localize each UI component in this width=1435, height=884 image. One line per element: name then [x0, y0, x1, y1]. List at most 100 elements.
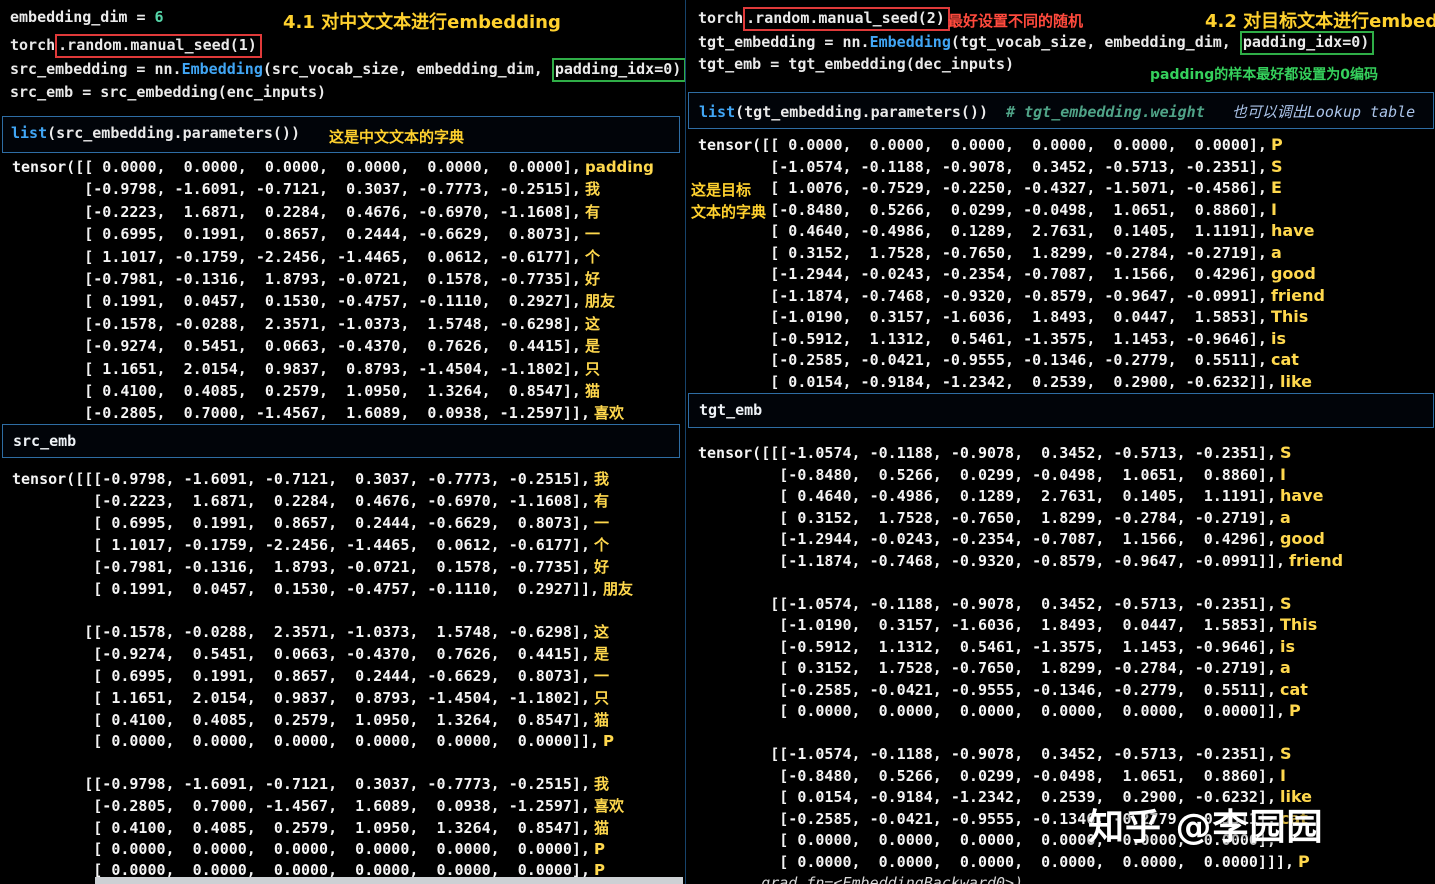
code-line-src-manual-seed: torch .random.manual_seed(1)	[10, 34, 262, 58]
tensor-values: [ 0.1991, 0.0457, 0.1530, -0.4757, -0.11…	[12, 580, 599, 598]
tensor-row: [-0.2805, 0.7000, -1.4567, 1.6089, 0.093…	[12, 795, 633, 817]
tensor-values: [-0.5912, 1.1312, 0.5461, -1.3575, 1.145…	[698, 637, 1276, 656]
tensor-values: tensor([[[-0.9798, -1.6091, -0.7121, 0.3…	[12, 470, 590, 488]
code-line-list-src-parameters: list(src_embedding.parameters())	[11, 124, 300, 142]
tensor-row: [ 1.0076, -0.7529, -0.2250, -0.4327, -1.…	[698, 178, 1325, 200]
tensor-row: [-0.8480, 0.5266, 0.0299, -0.0498, 1.065…	[698, 200, 1325, 222]
row-label: 这	[584, 314, 600, 333]
row-label: P	[1289, 701, 1301, 720]
row-label: padding	[584, 158, 654, 176]
tensor-values: [ 0.4100, 0.4085, 0.2579, 1.0950, 1.3264…	[12, 711, 590, 729]
padding-annotation: padding的样本最好都设置为0编码	[1150, 67, 1379, 83]
tensor-row: [ 1.1651, 2.0154, 0.9837, 0.8793, -1.450…	[12, 687, 633, 709]
code-token: 也可以调出Lookup table	[1231, 103, 1416, 121]
tensor-row: [-0.2223, 1.6871, 0.2284, 0.4676, -0.697…	[12, 201, 654, 223]
tensor-row: [-0.7981, -0.1316, 1.8793, -0.0721, 0.15…	[12, 268, 654, 290]
tensor-values: [ 0.4100, 0.4085, 0.2579, 1.0950, 1.3264…	[12, 819, 590, 837]
src-dict-annotation: 这是中文文本的字典	[329, 128, 465, 146]
tgt-embedding-weight-tensor: tensor([[ 0.0000, 0.0000, 0.0000, 0.0000…	[698, 135, 1325, 393]
row-label: 只	[584, 359, 600, 378]
tensor-values: [ 0.0000, 0.0000, 0.0000, 0.0000, 0.0000…	[12, 840, 590, 858]
row-label: P	[603, 732, 614, 750]
tensor-row: tensor([[[-1.0574, -0.1188, -0.9078, 0.3…	[698, 443, 1343, 465]
row-label: have	[1270, 221, 1315, 240]
code-token: torch	[10, 36, 56, 54]
tensor-values: [-1.1874, -0.7468, -0.9320, -0.8579, -0.…	[698, 286, 1267, 305]
row-label: This	[1270, 307, 1309, 326]
tensor-values: [-0.2223, 1.6871, 0.2284, 0.4676, -0.697…	[12, 202, 581, 221]
src-emb-tensor: tensor([[[-0.9798, -1.6091, -0.7121, 0.3…	[12, 468, 633, 884]
tensor-values: [-0.9274, 0.5451, 0.0663, -0.4370, 0.762…	[12, 645, 590, 663]
tensor-row: [-1.2944, -0.0243, -0.2354, -0.7087, 1.1…	[698, 264, 1325, 286]
tensor-row: [-0.5912, 1.1312, 0.5461, -1.3575, 1.145…	[698, 329, 1325, 351]
code-token: embedding_dim	[10, 8, 137, 26]
tensor-row: [ 0.0000, 0.0000, 0.0000, 0.0000, 0.0000…	[698, 701, 1343, 723]
tgt-emb-header-cell: tgt_emb	[688, 393, 1434, 428]
tensor-row: [-0.2585, -0.0421, -0.9555, -0.1346, -0.…	[698, 350, 1325, 372]
tensor-values: tensor([[[-1.0574, -0.1188, -0.9078, 0.3…	[698, 444, 1276, 462]
tensor-row: [-1.0190, 0.3157, -1.6036, 1.8493, 0.044…	[698, 307, 1325, 329]
code-token: 6	[154, 8, 164, 26]
code-token: src_emb = src_embedding(enc_inputs)	[10, 83, 327, 101]
code-token: (tgt_embedding.parameters())	[735, 103, 988, 121]
tensor-row: [-0.5912, 1.1312, 0.5461, -1.3575, 1.145…	[698, 637, 1343, 659]
code-token: Embedding	[181, 60, 263, 78]
tensor-values: [-0.2223, 1.6871, 0.2284, 0.4676, -0.697…	[12, 492, 590, 510]
horizontal-scrollbar[interactable]	[95, 877, 683, 884]
tensor-values: [ 0.6995, 0.1991, 0.8657, 0.2444, -0.662…	[12, 225, 581, 244]
tensor-values: [-1.0574, -0.1188, -0.9078, 0.3452, -0.5…	[698, 157, 1267, 176]
row-label: S	[1279, 443, 1292, 462]
tensor-row: [-1.1874, -0.7468, -0.9320, -0.8579, -0.…	[698, 286, 1325, 308]
tensor-values: [-0.8480, 0.5266, 0.0299, -0.0498, 1.065…	[698, 465, 1276, 484]
tgt-dict-code-cell: list(tgt_embedding.parameters()) # tgt_e…	[688, 92, 1434, 129]
tensor-values: [-0.8480, 0.5266, 0.0299, -0.0498, 1.065…	[698, 766, 1276, 785]
code-line-src-embedding: src_embedding = nn.Embedding(src_vocab_s…	[10, 58, 687, 82]
code-token: .random.manual_seed(1)	[55, 34, 262, 58]
tensor-values: [ 0.0000, 0.0000, 0.0000, 0.0000, 0.0000…	[698, 852, 1295, 871]
row-label: I	[1270, 199, 1277, 219]
tensor-row: [-0.2585, -0.0421, -0.9555, -0.1346, -0.…	[698, 680, 1343, 702]
row-label: S	[1270, 156, 1283, 176]
tensor-values: [-0.2585, -0.0421, -0.9555, -0.1346, -0.…	[698, 680, 1276, 699]
tensor-values: [ 0.6995, 0.1991, 0.8657, 0.2444, -0.662…	[12, 667, 590, 685]
tensor-row: [-1.0190, 0.3157, -1.6036, 1.8493, 0.044…	[698, 615, 1343, 637]
tensor-row: [ 1.1651, 2.0154, 0.9837, 0.8793, -1.450…	[12, 358, 654, 380]
code-line-tgt-manual-seed: torch .random.manual_seed(2)	[698, 7, 950, 31]
tensor-values: [ 0.1991, 0.0457, 0.1530, -0.4757, -0.11…	[12, 292, 581, 311]
code-line-tgt-emb: tgt_emb = tgt_embedding(dec_inputs)	[698, 55, 1014, 73]
tensor-values: [ 1.1017, -0.1759, -2.2456, -1.4465, 0.0…	[12, 247, 581, 266]
row-label: 朋友	[584, 292, 615, 311]
tensor-values: [-0.2805, 0.7000, -1.4567, 1.6089, 0.093…	[12, 797, 590, 815]
row-label: 喜欢	[593, 404, 624, 423]
row-label: 猫	[593, 711, 609, 729]
tensor-values: [-0.2805, 0.7000, -1.4567, 1.6089, 0.093…	[12, 404, 590, 423]
tensor-row: [-1.0574, -0.1188, -0.9078, 0.3452, -0.5…	[698, 157, 1325, 179]
tensor-values: [ 0.6995, 0.1991, 0.8657, 0.2444, -0.662…	[12, 514, 590, 532]
tensor-gap	[12, 752, 633, 773]
row-label: like	[1279, 371, 1312, 391]
code-token: =	[136, 8, 155, 26]
row-label: This	[1279, 615, 1318, 634]
tgt-emb-header: tgt_emb	[699, 401, 763, 419]
row-label: 是	[593, 645, 609, 663]
tensor-row: [-0.8480, 0.5266, 0.0299, -0.0498, 1.065…	[698, 766, 1343, 788]
tensor-row: [[-0.1578, -0.0288, 2.3571, -1.0373, 1.5…	[12, 621, 633, 643]
tensor-values: tensor([[ 0.0000, 0.0000, 0.0000, 0.0000…	[698, 136, 1267, 154]
code-line-src-emb: src_emb = src_embedding(enc_inputs)	[10, 83, 326, 101]
tensor-row: [ 0.4640, -0.4986, 0.1289, 2.7631, 0.140…	[698, 486, 1343, 508]
code-line-list-tgt-parameters: list(tgt_embedding.parameters()) # tgt_e…	[699, 101, 1415, 122]
tensor-values: [ 0.0154, -0.9184, -1.2342, 0.2539, 0.29…	[698, 372, 1276, 391]
row-label: good	[1279, 529, 1325, 548]
row-label: a	[1279, 658, 1291, 677]
row-label: P	[593, 840, 605, 858]
row-label: 个	[584, 247, 600, 266]
tensor-row: [ 0.0000, 0.0000, 0.0000, 0.0000, 0.0000…	[698, 852, 1343, 874]
tensor-values: [ 0.4640, -0.4986, 0.1289, 2.7631, 0.140…	[698, 222, 1267, 240]
row-label: good	[1270, 264, 1316, 283]
tensor-values: [-0.9798, -1.6091, -0.7121, 0.3037, -0.7…	[12, 180, 581, 199]
tensor-row: [[-0.9798, -1.6091, -0.7121, 0.3037, -0.…	[12, 773, 633, 795]
row-label: 一	[584, 225, 600, 244]
row-label: 我	[593, 775, 609, 793]
row-label: 这	[593, 623, 609, 641]
column-divider	[685, 0, 686, 884]
